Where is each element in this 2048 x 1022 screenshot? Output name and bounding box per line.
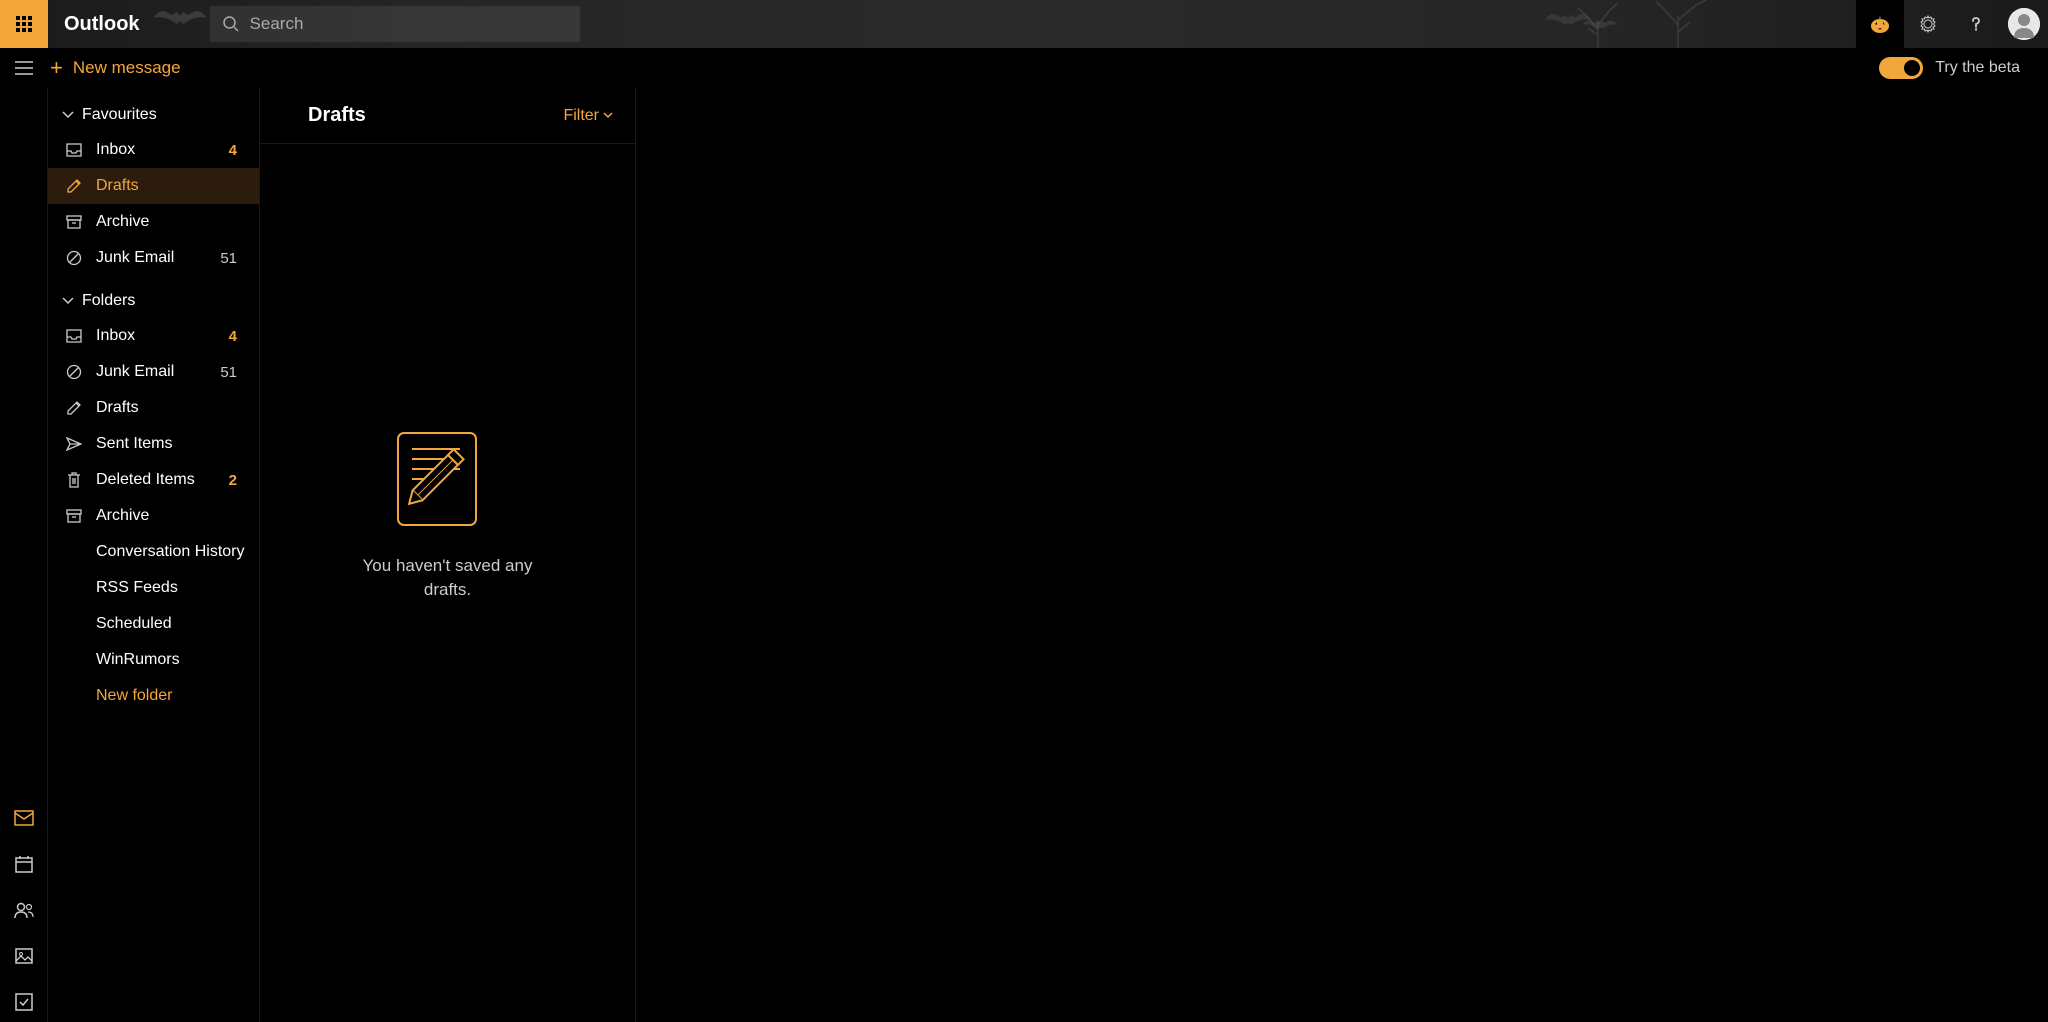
reading-pane <box>636 88 2048 1022</box>
new-message-button[interactable]: + New message <box>50 55 181 81</box>
search-icon <box>222 15 240 33</box>
blocked-icon <box>64 250 84 266</box>
app-title: Outlook <box>64 13 140 36</box>
sidebar-item-rss-feeds[interactable]: RSS Feeds <box>48 570 259 606</box>
rail-tasks-button[interactable] <box>14 992 34 1012</box>
sidebar-item-sent[interactable]: Sent Items <box>48 426 259 462</box>
chevron-down-icon <box>62 297 74 305</box>
trash-icon <box>64 472 84 488</box>
sidebar-item-drafts[interactable]: Drafts <box>48 390 259 426</box>
folder-label: Scheduled <box>96 615 172 633</box>
help-icon <box>1967 15 1985 33</box>
folder-label: Archive <box>96 507 149 525</box>
search-input[interactable] <box>250 14 568 34</box>
sidebar-item-deleted[interactable]: Deleted Items 2 <box>48 462 259 498</box>
mail-icon <box>14 810 34 826</box>
calendar-icon <box>15 855 33 873</box>
command-toolbar: + New message Try the beta <box>0 48 2048 88</box>
rail-people-button[interactable] <box>14 900 34 920</box>
sidebar-item-archive[interactable]: Archive <box>48 498 259 534</box>
rail-mail-button[interactable] <box>14 808 34 828</box>
tree-decoration-icon <box>1568 0 1748 48</box>
sidebar-item-inbox[interactable]: Inbox 4 <box>48 318 259 354</box>
beta-label: Try the beta <box>1935 59 2020 77</box>
favourites-label: Favourites <box>82 106 157 124</box>
archive-icon <box>64 509 84 523</box>
blocked-icon <box>64 364 84 380</box>
sidebar-item-junk[interactable]: Junk Email 51 <box>48 240 259 276</box>
folder-label: Inbox <box>96 141 135 159</box>
folder-label: Deleted Items <box>96 471 195 489</box>
list-header: Drafts Filter <box>260 88 635 144</box>
avatar <box>2008 8 2040 40</box>
sidebar-item-scheduled[interactable]: Scheduled <box>48 606 259 642</box>
new-folder-label: New folder <box>96 687 172 705</box>
archive-icon <box>64 215 84 229</box>
rail-calendar-button[interactable] <box>14 854 34 874</box>
message-list-pane: Drafts Filter <box>260 88 636 1022</box>
folder-label: Inbox <box>96 327 135 345</box>
chevron-down-icon <box>603 112 613 119</box>
tasks-icon <box>15 993 33 1011</box>
empty-drafts-icon <box>388 425 508 530</box>
empty-text: You haven't saved any drafts. <box>348 554 548 602</box>
new-message-label: New message <box>73 58 181 78</box>
rail-photos-button[interactable] <box>14 946 34 966</box>
folder-count: 51 <box>220 364 237 381</box>
folder-count: 2 <box>229 472 237 489</box>
photo-icon <box>15 948 33 964</box>
list-title: Drafts <box>308 104 366 127</box>
sidebar-item-archive[interactable]: Archive <box>48 204 259 240</box>
edit-icon <box>64 400 84 416</box>
folder-label: Drafts <box>96 399 139 417</box>
pumpkin-icon <box>1868 12 1892 36</box>
account-button[interactable] <box>2000 0 2048 48</box>
folder-label: WinRumors <box>96 651 180 669</box>
sidebar-item-inbox[interactable]: Inbox 4 <box>48 132 259 168</box>
bat-decoration-icon <box>150 3 210 33</box>
help-button[interactable] <box>1952 0 2000 48</box>
gear-icon <box>1918 14 1938 34</box>
folder-label: Junk Email <box>96 363 174 381</box>
filter-button[interactable]: Filter <box>563 107 613 125</box>
send-icon <box>64 437 84 451</box>
folder-count: 51 <box>220 250 237 267</box>
sidebar-item-winrumors[interactable]: WinRumors <box>48 642 259 678</box>
beta-toggle[interactable] <box>1879 57 1923 79</box>
people-icon <box>14 901 34 919</box>
sidebar-item-junk[interactable]: Junk Email 51 <box>48 354 259 390</box>
inbox-icon <box>64 143 84 157</box>
app-launcher-button[interactable] <box>0 0 48 48</box>
hamburger-icon <box>15 61 33 75</box>
folder-count: 4 <box>229 142 237 159</box>
new-folder-button[interactable]: New folder <box>48 678 259 714</box>
toggle-knob <box>1904 60 1920 76</box>
plus-icon: + <box>50 55 63 81</box>
settings-button[interactable] <box>1904 0 1952 48</box>
folder-label: RSS Feeds <box>96 579 178 597</box>
app-header: Outlook <box>0 0 2048 48</box>
search-box[interactable] <box>210 6 580 42</box>
filter-label: Filter <box>563 107 599 125</box>
folder-label: Conversation History <box>96 543 245 561</box>
folder-count: 4 <box>229 328 237 345</box>
inbox-icon <box>64 329 84 343</box>
sidebar-item-conversation-history[interactable]: Conversation History <box>48 534 259 570</box>
folders-section-header[interactable]: Folders <box>48 284 259 318</box>
empty-state: You haven't saved any drafts. <box>260 144 635 1022</box>
edit-icon <box>64 178 84 194</box>
favourites-section-header[interactable]: Favourites <box>48 98 259 132</box>
chevron-down-icon <box>62 111 74 119</box>
app-rail <box>0 88 48 1022</box>
whats-new-button[interactable] <box>1856 0 1904 48</box>
folder-label: Sent Items <box>96 435 172 453</box>
folder-label: Archive <box>96 213 149 231</box>
folder-label: Junk Email <box>96 249 174 267</box>
folder-label: Drafts <box>96 177 139 195</box>
folder-sidebar: Favourites Inbox 4 Drafts Archive Junk E… <box>48 88 260 1022</box>
folders-label: Folders <box>82 292 135 310</box>
sidebar-item-drafts[interactable]: Drafts <box>48 168 259 204</box>
nav-toggle-button[interactable] <box>8 52 40 84</box>
waffle-icon <box>16 16 32 32</box>
